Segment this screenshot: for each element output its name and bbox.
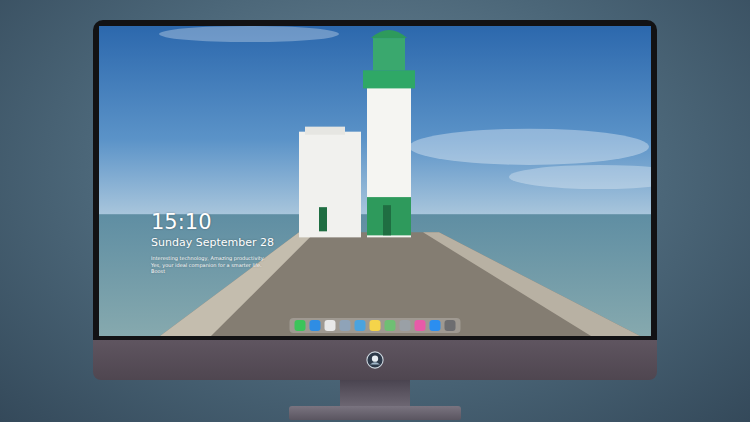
dock-app-icon[interactable] xyxy=(295,320,306,331)
dock xyxy=(290,318,461,333)
monitor: 15:10 Sunday September 28 Interesting te… xyxy=(93,20,657,422)
dock-app-icon[interactable] xyxy=(325,320,336,331)
dock-app-icon[interactable] xyxy=(430,320,441,331)
dock-app-icon[interactable] xyxy=(385,320,396,331)
dock-app-icon[interactable] xyxy=(400,320,411,331)
monitor-bezel: 15:10 Sunday September 28 Interesting te… xyxy=(93,20,657,340)
lock-info: 15:10 Sunday September 28 Interesting te… xyxy=(151,211,274,275)
dock-app-icon[interactable] xyxy=(445,320,456,331)
lock-caption: Interesting technology, Amazing producti… xyxy=(151,255,273,275)
dock-app-icon[interactable] xyxy=(370,320,381,331)
brand-logo-icon xyxy=(366,351,384,369)
lock-screen[interactable]: 15:10 Sunday September 28 Interesting te… xyxy=(99,26,651,336)
dock-app-icon[interactable] xyxy=(355,320,366,331)
monitor-stand-base xyxy=(289,406,461,420)
clock-time: 15:10 xyxy=(151,211,274,234)
clock-date: Sunday September 28 xyxy=(151,236,274,250)
dock-app-icon[interactable] xyxy=(340,320,351,331)
monitor-chin xyxy=(93,340,657,380)
monitor-stand-neck xyxy=(340,380,410,406)
desktop-background: 15:10 Sunday September 28 Interesting te… xyxy=(0,0,750,422)
dock-app-icon[interactable] xyxy=(310,320,321,331)
dock-app-icon[interactable] xyxy=(415,320,426,331)
wallpaper-photo xyxy=(99,26,651,336)
